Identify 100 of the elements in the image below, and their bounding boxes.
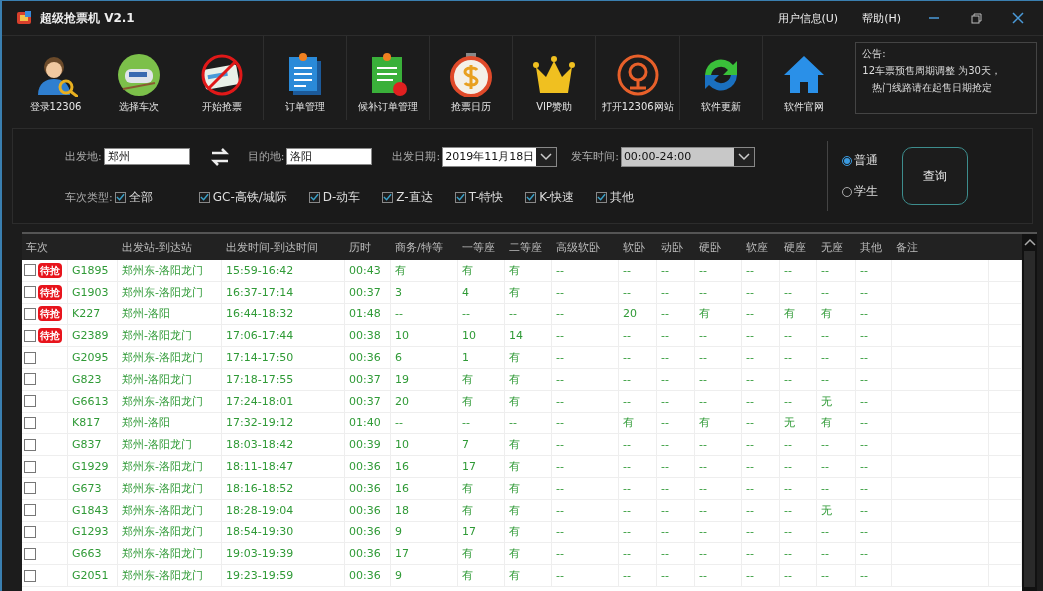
column-header[interactable]: 软卧 — [619, 239, 657, 255]
query-button[interactable]: 查询 — [902, 147, 968, 205]
passenger-radio[interactable]: 普通 — [842, 152, 878, 169]
toolbar-button[interactable]: 开始抢票 — [180, 36, 264, 120]
table-cell: -- — [780, 521, 817, 543]
close-icon — [1012, 12, 1024, 24]
column-header[interactable]: 无座 — [817, 239, 856, 255]
toolbar-button[interactable]: 登录12306 — [14, 36, 98, 120]
date-dropdown[interactable]: 2019年11月18日 — [442, 146, 558, 167]
scrollbar[interactable] — [1022, 234, 1037, 591]
train-type-checkbox[interactable]: GC-高铁/城际 — [198, 188, 287, 206]
table-cell: -- — [458, 412, 505, 434]
row-checkbox[interactable] — [24, 373, 36, 386]
table-cell: -- — [780, 565, 817, 586]
table-cell: 郑州-洛阳龙门 — [118, 369, 222, 390]
table-cell: -- — [695, 347, 742, 368]
swap-icon[interactable] — [209, 146, 230, 167]
menu-item[interactable]: 帮助(H) — [854, 8, 909, 28]
train-type-checkbox[interactable]: D-动车 — [308, 188, 361, 206]
toolbar-button[interactable]: 打开12306网站 — [595, 36, 680, 120]
status-badge: 待抢 — [38, 284, 62, 300]
row-checkbox[interactable] — [24, 286, 36, 299]
status-badge: 待抢 — [38, 306, 62, 322]
toolbar-button[interactable]: 软件更新 — [679, 36, 763, 120]
table-cell: 有 — [458, 565, 505, 586]
table-cell: -- — [780, 477, 817, 499]
table-cell: -- — [695, 369, 742, 390]
table-cell: G1843 — [68, 499, 118, 521]
row-checkbox[interactable] — [24, 351, 36, 364]
column-header[interactable]: 出发站-到达站 — [118, 239, 222, 255]
column-header[interactable]: 二等座 — [505, 239, 552, 255]
table-cell: 郑州-洛阳龙门 — [118, 325, 222, 347]
table-cell: 00:36 — [345, 543, 391, 565]
train-type-checkbox[interactable]: 全部 — [114, 188, 153, 206]
table-cell: G1903 — [68, 281, 118, 303]
table-cell: 17:14-17:50 — [222, 347, 345, 368]
table-cell: G1895 — [68, 260, 118, 281]
toolbar-button[interactable]: 软件官网 — [762, 36, 846, 120]
train-type-checkbox[interactable]: T-特快 — [454, 188, 504, 206]
column-header[interactable]: 硬座 — [780, 239, 817, 255]
scroll-up-icon[interactable] — [1023, 238, 1036, 247]
row-checkbox[interactable] — [24, 329, 36, 342]
table-cell: -- — [619, 390, 657, 412]
train-type-checkbox[interactable]: Z-直达 — [382, 188, 433, 206]
table-cell: 17 — [458, 456, 505, 477]
column-header[interactable]: 一等座 — [458, 239, 505, 255]
departure-field[interactable]: 郑州 — [103, 148, 190, 165]
table-cell: -- — [619, 521, 657, 543]
table-cell: 17:06-17:44 — [222, 325, 345, 347]
column-header[interactable]: 车次 — [22, 239, 118, 255]
table-cell: -- — [695, 281, 742, 303]
train-type-checkbox[interactable]: K-快速 — [525, 188, 575, 206]
table-cell: 郑州东-洛阳龙门 — [118, 281, 222, 303]
table-cell: -- — [742, 390, 780, 412]
table-cell: -- — [552, 390, 619, 412]
row-checkbox[interactable] — [24, 438, 36, 451]
column-header[interactable]: 硬卧 — [695, 239, 742, 255]
table-cell: -- — [695, 565, 742, 586]
toolbar-button[interactable]: 订单管理 — [263, 36, 347, 120]
passenger-radio[interactable]: 学生 — [842, 183, 878, 200]
column-header[interactable]: 出发时间-到达时间 — [222, 239, 345, 255]
menu-item[interactable]: 用户信息(U) — [769, 8, 847, 28]
table-cell: -- — [552, 477, 619, 499]
column-header[interactable]: 软座 — [742, 239, 780, 255]
table-cell: -- — [552, 281, 619, 303]
column-header[interactable]: 其他 — [856, 239, 892, 255]
column-header[interactable]: 商务/特等 — [391, 239, 458, 255]
toolbar-button[interactable]: VIP赞助 — [512, 36, 596, 120]
toolbar-button[interactable]: 抢票日历 — [429, 36, 513, 120]
row-checkbox[interactable] — [24, 416, 36, 429]
row-checkbox[interactable] — [24, 482, 36, 495]
row-checkbox[interactable] — [24, 460, 36, 473]
toolbar-button[interactable]: 选择车次 — [97, 36, 181, 120]
row-checkbox[interactable] — [24, 504, 36, 517]
table-cell: 01:40 — [345, 412, 391, 434]
row-checkbox[interactable] — [24, 308, 36, 320]
table-cell: -- — [552, 412, 619, 434]
table-cell: 9 — [391, 565, 458, 586]
table-cell: -- — [817, 347, 856, 368]
row-checkbox[interactable] — [24, 525, 36, 538]
table-cell: 17 — [391, 543, 458, 565]
destination-field[interactable]: 洛阳 — [286, 148, 373, 165]
train-type-checkbox[interactable]: 其他 — [596, 188, 635, 206]
column-header[interactable]: 动卧 — [657, 239, 695, 255]
row-checkbox[interactable] — [24, 547, 36, 560]
table-cell: 18:28-19:04 — [222, 499, 345, 521]
column-header[interactable]: 高级软卧 — [552, 239, 619, 255]
table-cell: -- — [552, 434, 619, 456]
table-cell: 16:37-17:14 — [222, 281, 345, 303]
table-cell: 郑州东-洛阳龙门 — [118, 543, 222, 565]
table-cell: -- — [856, 390, 892, 412]
toolbar-button[interactable]: 候补订单管理 — [346, 36, 430, 120]
row-checkbox[interactable] — [24, 395, 36, 408]
table-cell: 15:59-16:42 — [222, 260, 345, 281]
row-checkbox[interactable] — [24, 569, 36, 582]
column-header[interactable]: 备注 — [892, 239, 989, 255]
table-cell: 01:48 — [345, 303, 391, 325]
time-dropdown[interactable]: 00:00-24:00 — [620, 146, 755, 167]
column-header[interactable]: 历时 — [345, 239, 391, 255]
row-checkbox[interactable] — [24, 264, 36, 277]
